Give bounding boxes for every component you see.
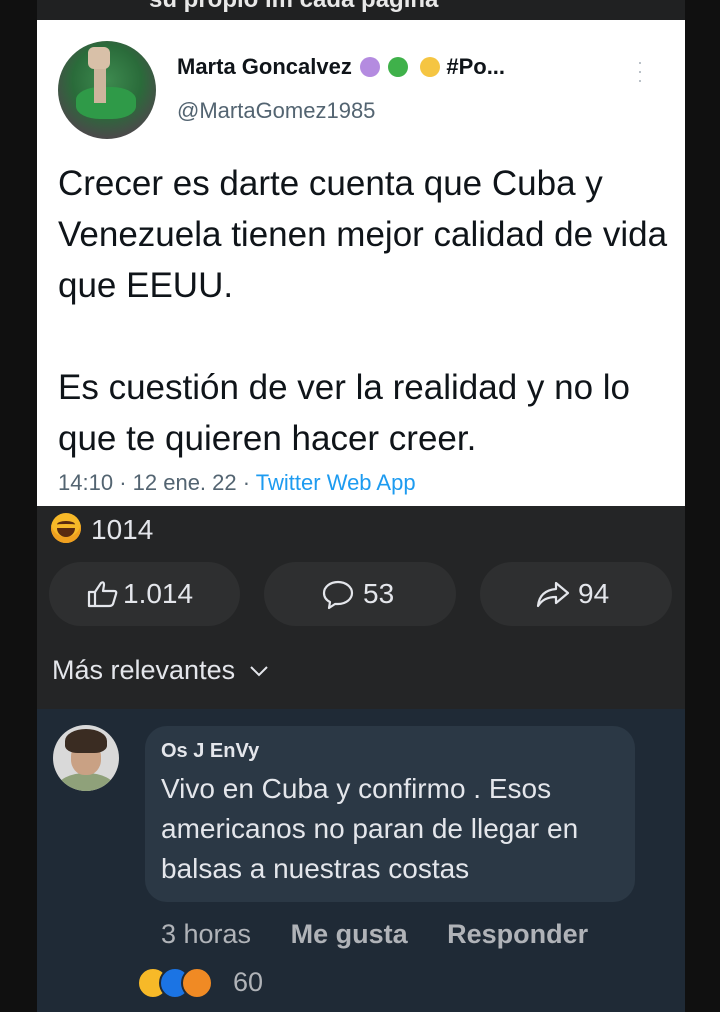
smile-emoji-icon: [420, 57, 441, 77]
share-arrow-icon: [536, 581, 570, 608]
post-frame: su propio im cada pagina Marta Goncalvez…: [37, 0, 685, 1012]
comment-reply-button[interactable]: Responder: [447, 919, 588, 949]
author-name-text: Marta Goncalvez: [177, 54, 352, 79]
comment-like-button[interactable]: Me gusta: [291, 919, 408, 949]
comment-section: Os J EnVy Vivo en Cuba y confirmo . Esos…: [37, 709, 685, 1012]
tweet-author-avatar: [58, 41, 156, 139]
tweet-time: 14:10: [58, 470, 114, 495]
reaction-count: 1014: [91, 514, 154, 545]
thumbs-up-icon: [87, 581, 118, 608]
comment-count: 53: [363, 578, 395, 609]
tweet-paragraph: Crecer es darte cuenta que Cuba y Venezu…: [58, 164, 668, 305]
tweet-date: 12 ene. 22: [132, 470, 237, 495]
purple-heart-icon: [359, 57, 380, 77]
haha-reaction-icon: [51, 513, 81, 543]
commenter-avatar[interactable]: [53, 725, 119, 791]
share-button[interactable]: 94: [480, 562, 672, 626]
comment-sort-dropdown[interactable]: Más relevantes: [52, 655, 269, 686]
more-options-icon: · · ·: [637, 52, 643, 90]
tweet-author-handle: @MartaGomez1985: [177, 98, 376, 123]
author-name-suffix: #Po...: [446, 54, 506, 79]
tweet-author-name: Marta Goncalvez #Po...: [177, 54, 505, 80]
comment-actions: 3 horas Me gusta Responder: [161, 919, 620, 950]
commenter-name[interactable]: Os J EnVy: [161, 740, 259, 763]
comment-bubble: Os J EnVy Vivo en Cuba y confirmo . Esos…: [145, 726, 635, 902]
left-border: [0, 0, 37, 1012]
tweet-screenshot: Marta Goncalvez #Po... @MartaGomez1985 ·…: [37, 20, 685, 506]
top-caption: su propio im cada pagina: [149, 0, 438, 14]
right-border: [685, 0, 720, 1012]
top-caption-strip: su propio im cada pagina: [37, 0, 685, 20]
like-button[interactable]: 1.014: [49, 562, 240, 626]
tweet-source: Twitter Web App: [255, 470, 416, 495]
comment-icon: [322, 580, 354, 610]
tweet-paragraph: Es cuestión de ver la realidad y no lo q…: [58, 368, 630, 458]
care-reaction-icon: [181, 967, 213, 999]
sort-label: Más relevantes: [52, 655, 236, 685]
comment-text: Vivo en Cuba y confirmo . Esos americano…: [161, 773, 579, 884]
chevron-down-icon: [249, 666, 268, 677]
comment-time: 3 horas: [161, 919, 252, 949]
like-count: 1.014: [123, 578, 194, 609]
share-count: 94: [578, 578, 610, 609]
tweet-meta: 14:10 · 12 ene. 22 · Twitter Web App: [58, 470, 416, 495]
green-heart-icon: [388, 57, 409, 77]
tweet-text: Crecer es darte cuenta que Cuba y Venezu…: [58, 158, 668, 464]
comment-reaction-count: 60: [233, 967, 264, 997]
comment-button[interactable]: 53: [264, 562, 456, 626]
